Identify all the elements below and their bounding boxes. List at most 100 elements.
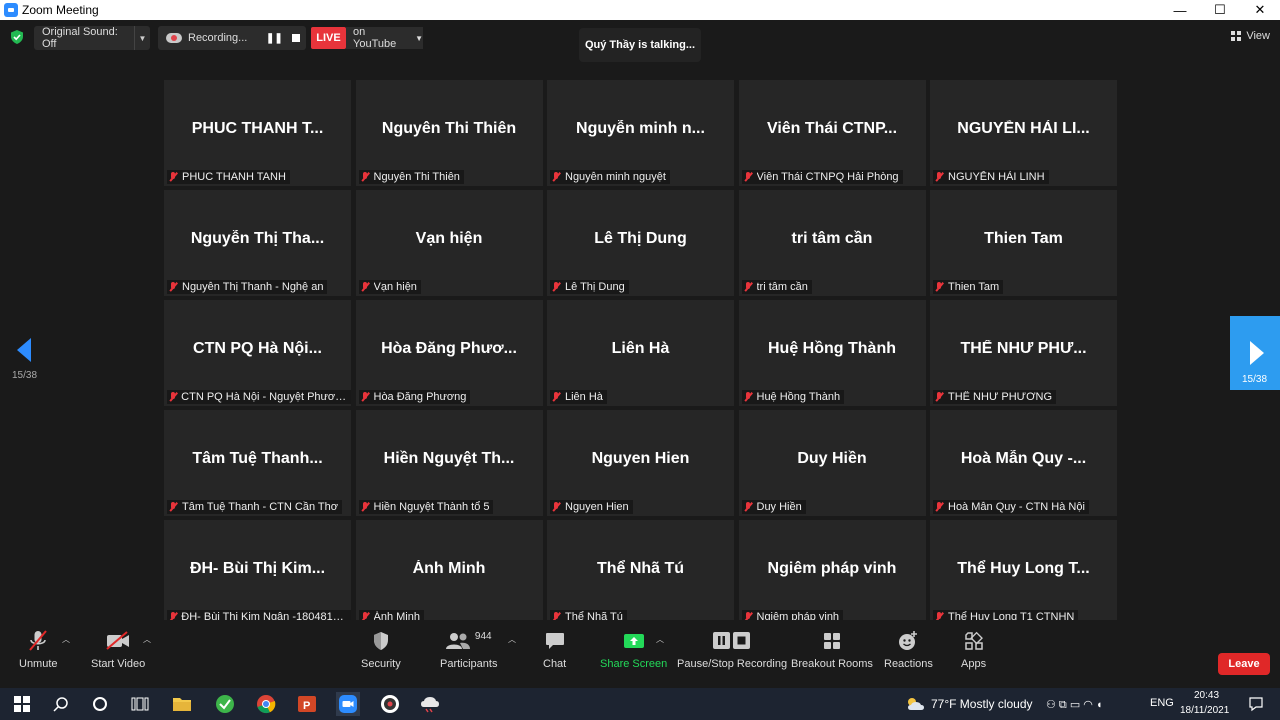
pause-stop-recording-button[interactable]: Pause/Stop Recording (677, 628, 787, 670)
apps-icon[interactable] (964, 628, 984, 654)
participant-tile[interactable]: Ngiêm pháp vinh Ngiêm pháp vinh (738, 520, 926, 626)
participant-tile[interactable]: Duy Hiền Duy Hiền (738, 410, 926, 516)
security-shield-icon[interactable] (372, 628, 390, 654)
breakout-rooms-icon[interactable] (823, 628, 841, 654)
cortana-icon[interactable] (88, 692, 112, 716)
chevron-down-icon[interactable]: ▼ (415, 34, 423, 43)
chrome-icon[interactable] (254, 692, 278, 716)
video-off-icon[interactable] (105, 628, 131, 654)
participant-tile[interactable]: Nguyen Hien Nguyen Hien (547, 410, 734, 516)
maximize-button[interactable]: ☐ (1200, 0, 1240, 20)
participant-tile[interactable]: CTN PQ Hà Nội... CTN PQ Hà Nội - Nguyệt P… (164, 300, 351, 406)
chat-button[interactable]: Chat (543, 628, 566, 670)
participants-button[interactable]: 944 Participants (440, 628, 497, 671)
stop-recording-icon[interactable] (292, 34, 300, 42)
chat-label[interactable]: Chat (543, 658, 566, 670)
share-options-caret[interactable]: ︿ (656, 634, 664, 645)
search-icon[interactable] (49, 692, 73, 716)
clock-time[interactable]: 20:43 (1194, 690, 1219, 701)
encryption-shield-icon[interactable] (10, 30, 24, 44)
reactions-label[interactable]: Reactions (884, 658, 933, 670)
language-indicator[interactable]: ENG (1150, 697, 1174, 709)
tray-icons[interactable]: ⚇ ⧉ ▭ ◠ ◖ (1046, 698, 1103, 712)
arrow-left-icon[interactable] (17, 338, 31, 362)
media-app-icon[interactable] (378, 692, 402, 716)
next-page-button[interactable]: 15/38 (1230, 316, 1280, 390)
file-explorer-icon[interactable] (170, 692, 194, 716)
share-screen-icon[interactable] (623, 628, 645, 654)
participant-tile[interactable]: Thể Nhã Tú Thể Nhã Tú (547, 520, 734, 626)
green-app-icon[interactable] (213, 692, 237, 716)
apps-button[interactable]: Apps (961, 628, 986, 670)
participant-tile[interactable]: Viên Thái CTNP... Viên Thái CTNPQ Hải Phò… (738, 80, 926, 186)
participant-tile[interactable]: Tâm Tuệ Thanh... Tâm Tuệ Thanh - CTN Cần … (164, 410, 351, 516)
security-label[interactable]: Security (361, 658, 401, 670)
participant-tile[interactable]: Thể Huy Long T... Thể Huy Long T1 CTNHN (930, 520, 1117, 626)
participant-tile[interactable]: Liên Hà Liên Hà (547, 300, 734, 406)
participant-tile[interactable]: Nguyễn minh n... Nguyễn minh nguyệt (547, 80, 734, 186)
notifications-icon[interactable] (1244, 692, 1268, 716)
share-screen-label[interactable]: Share Screen (600, 658, 667, 670)
chevron-down-icon[interactable]: ▼ (134, 26, 150, 50)
chat-bubble-icon[interactable] (545, 628, 565, 654)
original-sound-label[interactable]: Original Sound: Off (34, 26, 134, 50)
participant-tile[interactable]: Lê Thị Dung Lê Thị Dung (547, 190, 734, 296)
previous-page-button[interactable]: 15/38 (0, 316, 50, 390)
participant-tile[interactable]: Hòa Đăng Phươ... Hòa Đăng Phương (355, 300, 543, 406)
participant-tile[interactable]: tri tâm cần tri tâm cần (738, 190, 926, 296)
participant-tile[interactable]: NGUYỄN HẢI LI... NGUYỄN HẢI LINH (930, 80, 1117, 186)
muted-mic-icon (550, 501, 562, 513)
leave-button[interactable]: Leave (1218, 653, 1270, 675)
weather-text[interactable]: 77°F Mostly cloudy (931, 697, 1033, 711)
grid-view-icon[interactable] (1231, 31, 1242, 41)
minimize-button[interactable]: — (1160, 0, 1200, 20)
live-target-dropdown[interactable]: on YouTube ▼ (346, 26, 423, 50)
task-view-icon[interactable] (128, 692, 152, 716)
live-target-label[interactable]: on YouTube (353, 26, 407, 50)
unmute-button[interactable]: Unmute (19, 628, 58, 670)
security-button[interactable]: Security (361, 628, 401, 670)
participant-name-label: THỂ NHƯ PHƯƠNG (933, 390, 1057, 404)
participant-display-name: THỂ NHƯ PHƯ... (960, 340, 1087, 357)
muted-mic-icon[interactable] (27, 628, 49, 654)
pause-stop-icon[interactable] (712, 628, 752, 654)
participant-tile[interactable]: Nguyễn Thị Tha... Nguyễn Thị Thanh - Nghệ… (164, 190, 351, 296)
view-label[interactable]: View (1246, 30, 1270, 42)
breakout-rooms-label[interactable]: Breakout Rooms (791, 658, 873, 670)
participant-tile[interactable]: Thien Tam Thien Tam (930, 190, 1117, 296)
unmute-label[interactable]: Unmute (19, 658, 58, 670)
participants-icon[interactable]: 944 (441, 628, 496, 654)
participant-tile[interactable]: Hoà Mẫn Quy -... Hoà Mẫn Quy - CTN Hà Nội (930, 410, 1117, 516)
clock-date[interactable]: 18/11/2021 (1180, 705, 1229, 716)
participant-tile[interactable]: Hiền Nguyệt Th... Hiền Nguyệt Thành tổ 5 (355, 410, 543, 516)
start-video-button[interactable]: Start Video (91, 628, 145, 670)
participant-tile[interactable]: Ánh Minh Ánh Minh (355, 520, 543, 626)
cloud-app-icon[interactable] (418, 692, 442, 716)
participant-tile[interactable]: PHUC THANH T... PHUC THANH TANH (164, 80, 351, 186)
apps-label[interactable]: Apps (961, 658, 986, 670)
participant-display-name: Thể Huy Long T... (957, 560, 1090, 577)
zoom-taskbar-icon[interactable] (336, 692, 360, 716)
participants-label[interactable]: Participants (440, 658, 497, 670)
pause-recording-icon[interactable]: ❚❚ (266, 33, 283, 44)
powerpoint-icon[interactable]: P (295, 692, 319, 716)
view-button[interactable]: View (1231, 30, 1270, 42)
audio-options-caret[interactable]: ︿ (62, 634, 70, 645)
pause-stop-recording-label[interactable]: Pause/Stop Recording (677, 658, 787, 670)
start-video-label[interactable]: Start Video (91, 658, 145, 670)
participant-tile[interactable]: Vạn hiện Vạn hiện (355, 190, 543, 296)
participant-tile[interactable]: Huệ Hồng Thành Huệ Hồng Thành (738, 300, 926, 406)
participant-full-name: tri tâm cần (756, 281, 808, 293)
arrow-right-icon[interactable] (1250, 341, 1264, 365)
participants-options-caret[interactable]: ︿ (508, 634, 516, 645)
close-button[interactable]: ✕ (1240, 0, 1280, 20)
reactions-button[interactable]: Reactions (884, 628, 933, 670)
participant-tile[interactable]: Nguyên Thi Thiên Nguyên Thi Thiên (355, 80, 543, 186)
participant-tile[interactable]: THỂ NHƯ PHƯ... THỂ NHƯ PHƯƠNG (930, 300, 1117, 406)
video-options-caret[interactable]: ︿ (143, 634, 151, 645)
emoji-icon[interactable] (898, 628, 918, 654)
participant-tile[interactable]: ĐH- Bùi Thị Kim... ĐH- Bùi Thị Kim Ngân -… (164, 520, 351, 626)
windows-start-icon[interactable] (10, 692, 34, 716)
original-sound-dropdown[interactable]: Original Sound: Off ▼ (34, 26, 150, 50)
breakout-rooms-button[interactable]: Breakout Rooms (791, 628, 873, 670)
